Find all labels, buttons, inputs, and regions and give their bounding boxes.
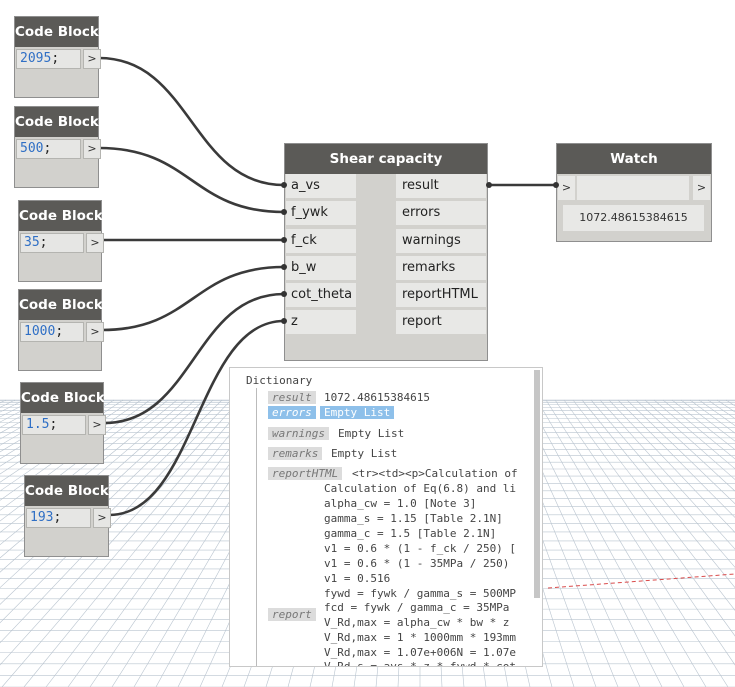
node-title: Code Block [15, 107, 99, 137]
key-result: result [268, 391, 316, 404]
watch-port-bar [577, 176, 689, 200]
code-number: 35 [24, 235, 40, 250]
output-port[interactable]: > [83, 49, 101, 69]
key-reporthtml: reportHTML [268, 467, 343, 480]
report-line: fcd = fywk / gamma_c = 35MPa [324, 601, 510, 614]
report-line: gamma_c = 1.5 [Table 2.1N] [324, 527, 497, 540]
code-number: 500 [20, 141, 44, 156]
scrollbar-thumb[interactable] [534, 370, 540, 598]
dictionary-title: Dictionary [246, 374, 313, 387]
output-port-result[interactable]: result [396, 174, 486, 198]
code-semicolon: ; [51, 51, 60, 66]
output-port-remarks[interactable]: remarks [396, 256, 486, 280]
connector-dot [281, 318, 287, 324]
watch-value: 1072.48615384615 [563, 205, 704, 231]
value-errors[interactable]: Empty List [320, 406, 395, 419]
output-port[interactable]: > [93, 508, 111, 528]
value-remarks: Empty List [331, 447, 398, 460]
watch-node[interactable]: Watch > > 1072.48615384615 [556, 143, 712, 242]
report-line: V_Rd,max = 1.07e+006N = 1.07e [324, 646, 517, 659]
code-number: 2095 [20, 51, 52, 66]
code-input[interactable]: 1.5; [22, 415, 86, 435]
code-block-node-1[interactable]: Code Block 2095; > [14, 16, 101, 98]
code-input[interactable]: 500; [16, 139, 81, 159]
input-port-a-vs[interactable]: a_vs [286, 174, 356, 198]
output-port-report[interactable]: report [396, 310, 486, 334]
watch-output-port[interactable]: > [693, 176, 710, 200]
report-line: v1 = 0.6 * (1 - 35MPa / 250) [324, 557, 510, 570]
code-input[interactable]: 193; [26, 508, 91, 528]
code-semicolon: ; [49, 417, 58, 432]
input-port-f-ywk[interactable]: f_ywk [286, 201, 356, 225]
connector-dot [281, 209, 287, 215]
input-port-b-w[interactable]: b_w [286, 256, 356, 280]
watch-input-port[interactable]: > [558, 176, 575, 200]
tree-line [256, 388, 257, 666]
node-title: Code Block [19, 201, 103, 231]
output-port[interactable]: > [83, 139, 101, 159]
code-semicolon: ; [43, 141, 52, 156]
value-warnings: Empty List [338, 427, 405, 440]
connector-dot [281, 264, 287, 270]
key-warnings: warnings [268, 427, 329, 440]
code-number: 193 [30, 510, 54, 525]
value-result: 1072.48615384615 [324, 391, 430, 404]
output-port[interactable]: > [86, 322, 104, 342]
report-line: gamma_s = 1.15 [Table 2.1N] [324, 512, 503, 525]
connector-dot [486, 182, 492, 188]
connector-dot [281, 182, 287, 188]
node-title: Code Block [19, 290, 103, 320]
output-port-reporthtml[interactable]: reportHTML [396, 283, 486, 307]
code-block-node-3[interactable]: Code Block 35; > [18, 200, 104, 282]
report-line: fywd = fywk / gamma_s = 500MP [324, 587, 517, 600]
node-title: Code Block [21, 383, 105, 413]
input-port-z[interactable]: z [286, 310, 356, 334]
code-semicolon: ; [53, 510, 62, 525]
report-line: v1 = 0.516 [324, 572, 391, 585]
report-line: v1 = 0.6 * (1 - f_ck / 250) [ [324, 542, 517, 555]
node-title: Watch [557, 144, 711, 174]
report-line: V_Rd,s = avs * z * fywd * cot [324, 660, 517, 667]
output-port[interactable]: > [86, 233, 104, 253]
code-block-node-2[interactable]: Code Block 500; > [14, 106, 101, 188]
key-report: report [268, 608, 316, 621]
connector-dot [553, 182, 559, 188]
value-reporthtml: <tr><td><p>Calculation of [352, 467, 518, 480]
code-number: 1.5 [26, 417, 50, 432]
report-line: Calculation of Eq(6.8) and li [324, 482, 517, 495]
key-remarks: remarks [268, 447, 323, 460]
node-title: Code Block [15, 17, 99, 47]
wire [98, 56, 285, 187]
input-port-f-ck[interactable]: f_ck [286, 229, 356, 253]
code-input[interactable]: 1000; [20, 322, 84, 342]
code-input[interactable]: 2095; [16, 49, 81, 69]
report-line: V_Rd,max = 1 * 1000mm * 193mm [324, 631, 517, 644]
code-semicolon: ; [39, 235, 48, 250]
code-block-node-5[interactable]: Code Block 1.5; > [20, 382, 106, 464]
input-port-cot-theta[interactable]: cot_theta [286, 283, 356, 307]
dictionary-preview[interactable]: Dictionary result 1072.48615384615 error… [229, 367, 543, 667]
report-line: alpha_cw = 1.0 [Note 3] [324, 497, 477, 510]
output-port-errors[interactable]: errors [396, 201, 486, 225]
output-port[interactable]: > [88, 415, 106, 435]
node-title: Shear capacity [285, 144, 487, 174]
shear-capacity-node[interactable]: Shear capacity a_vs f_ywk f_ck b_w cot_t… [284, 143, 488, 361]
output-port-warnings[interactable]: warnings [396, 229, 486, 253]
code-number: 1000 [24, 324, 56, 339]
code-block-node-4[interactable]: Code Block 1000; > [18, 289, 104, 371]
code-semicolon: ; [55, 324, 64, 339]
connector-dot [281, 237, 287, 243]
code-input[interactable]: 35; [20, 233, 84, 253]
connector-dot [281, 291, 287, 297]
key-errors[interactable]: errors [268, 406, 316, 419]
report-line: V_Rd,max = alpha_cw * bw * z [324, 616, 510, 629]
code-block-node-6[interactable]: Code Block 193; > [24, 475, 111, 557]
node-title: Code Block [25, 476, 109, 506]
